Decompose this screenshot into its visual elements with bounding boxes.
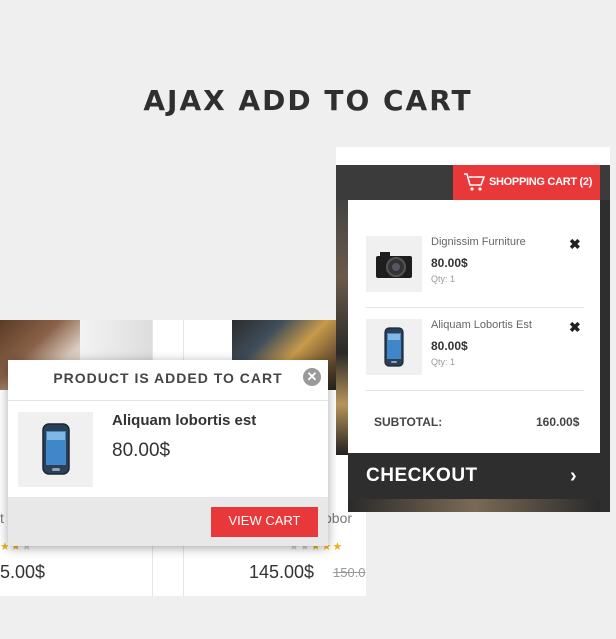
product-price-right: 145.00$	[249, 562, 315, 582]
remove-icon[interactable]: ✖	[569, 236, 581, 253]
background-banner-bottom	[348, 499, 600, 512]
added-to-cart-popup: PRODUCT IS ADDED TO CART ✕ Aliquam lobor…	[8, 360, 328, 546]
background-banner-right	[600, 200, 610, 512]
cart-icon	[464, 173, 485, 191]
product-price-left: 5.00$	[0, 562, 46, 582]
subtotal-label: SUBTOTAL:	[374, 415, 443, 429]
product-name-left[interactable]: t	[0, 510, 4, 526]
cart-item-price: 80.00$	[431, 339, 468, 353]
cart-item-thumb[interactable]	[366, 236, 422, 292]
product-old-price-right: 150.0	[333, 565, 366, 580]
popup-footer: VIEW CART	[8, 497, 328, 546]
checkout-label: CHECKOUT	[366, 465, 478, 486]
chevron-right-icon: ›	[570, 465, 578, 487]
checkout-button[interactable]: CHECKOUT ›	[348, 453, 600, 499]
cart-divider	[366, 307, 584, 308]
background-banner-left	[336, 200, 348, 455]
popup-product-name[interactable]: Aliquam lobortis est	[112, 412, 256, 429]
cart-item-name[interactable]: Dignissim Furniture	[431, 236, 526, 248]
shopping-cart-button[interactable]: SHOPPING CART (2)	[453, 165, 600, 200]
popup-product-thumb	[18, 412, 93, 487]
cart-header-bar: SHOPPING CART (2)	[336, 165, 610, 200]
cart-item-name[interactable]: Aliquam Lobortis Est	[431, 319, 532, 331]
shopping-cart-dropdown: SHOPPING CART (2) Dignissim Furniture 80…	[336, 147, 610, 512]
popup-divider	[8, 400, 328, 401]
popup-title: PRODUCT IS ADDED TO CART	[53, 370, 283, 386]
phone-icon	[384, 327, 404, 367]
cart-item-qty: Qty: 1	[431, 357, 456, 367]
product-name-right[interactable]: obor	[324, 510, 352, 526]
cart-item-thumb[interactable]	[366, 319, 422, 375]
close-icon[interactable]: ✕	[303, 368, 321, 386]
cart-divider	[366, 390, 584, 391]
page-headline: AJAX ADD TO CART	[143, 84, 473, 117]
camera-icon	[376, 252, 412, 278]
view-cart-button[interactable]: VIEW CART	[211, 507, 318, 537]
phone-icon	[42, 423, 70, 475]
cart-item-qty: Qty: 1	[431, 274, 456, 284]
subtotal-value: 160.00$	[536, 415, 580, 429]
shopping-cart-label: SHOPPING CART	[489, 176, 577, 188]
cart-item-price: 80.00$	[431, 256, 468, 270]
cart-count-badge: (2)	[579, 176, 593, 188]
popup-product-price: 80.00$	[112, 440, 171, 461]
remove-icon[interactable]: ✖	[569, 319, 581, 336]
